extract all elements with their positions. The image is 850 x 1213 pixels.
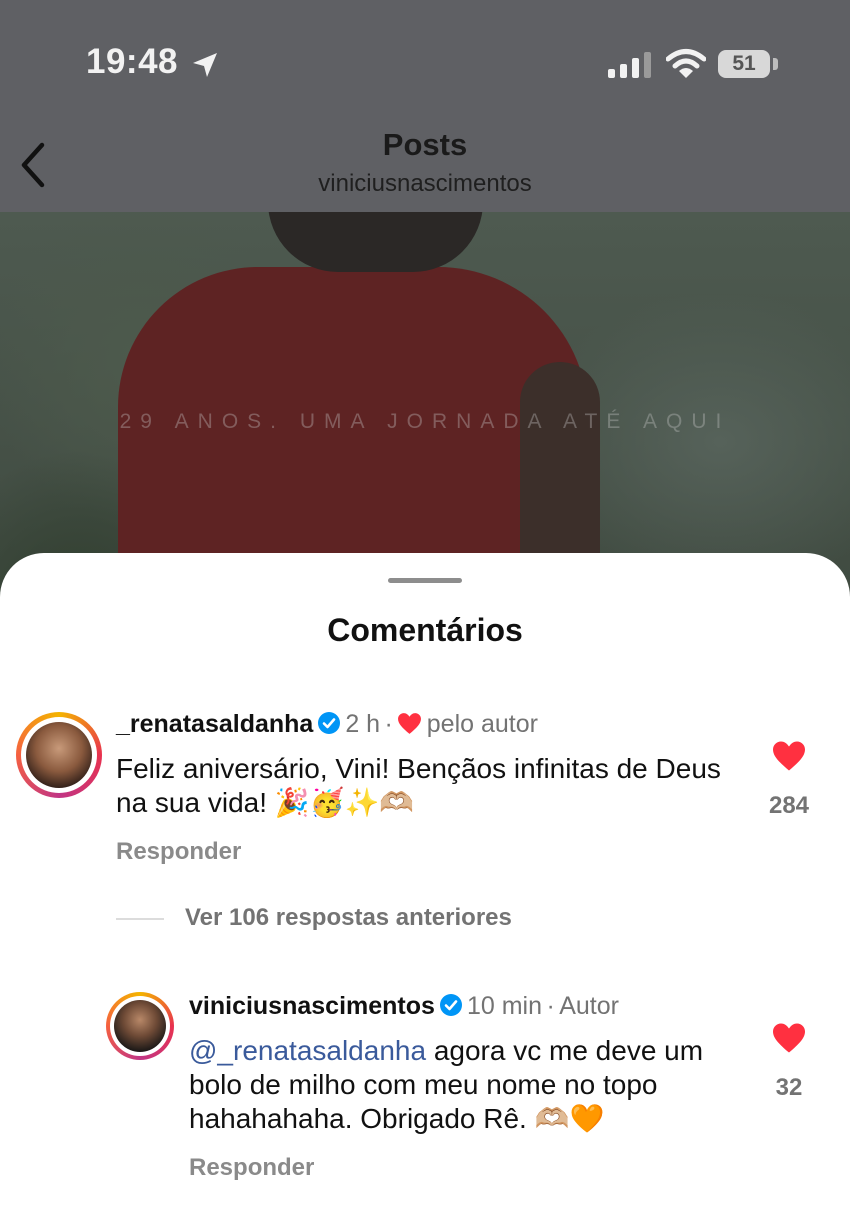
verified-badge-icon [439,994,462,1016]
replies-divider [116,918,164,920]
post-image-caption: 29 ANOS. UMA JORNADA ATÉ AQUI [119,410,731,433]
liked-by-author-label: pelo autor [426,710,538,738]
reply-time: 10 min [466,992,542,1020]
sheet-grabber[interactable] [388,578,462,583]
post-image: 29 ANOS. UMA JORNADA ATÉ AQUI [0,212,850,612]
heart-icon [398,713,422,734]
battery-icon: 51 [718,50,770,78]
battery-nub [773,58,778,70]
reply-header: viniciusnascimentos 10 min · Autor [189,992,619,1021]
comment-time: 2 h [345,710,381,738]
avatar[interactable] [106,992,174,1060]
like-count: 284 [768,792,810,819]
location-arrow-icon [193,53,217,77]
avatar[interactable] [16,712,102,798]
comment-emojis: 🎉🥳✨🫶🏼 [274,787,415,818]
comments-title: Comentários [327,612,523,648]
comment-body: Feliz aniversário, Vini! Bençãos infinit… [116,752,736,820]
comment-header: _renatasaldanha 2 h · pelo autor [116,710,538,739]
post-image-head [268,212,483,272]
meta-separator: · [384,710,393,738]
reply-emojis: 🫶🏼🧡 [534,1103,605,1134]
like-heart-icon[interactable] [771,1022,807,1054]
reply-button[interactable]: Responder [116,838,241,866]
wifi-icon [666,49,706,78]
mention-link[interactable]: @_renatasaldanha [189,1035,426,1066]
view-replies-button[interactable]: Ver 106 respostas anteriores [185,904,512,932]
like-heart-icon[interactable] [771,740,807,772]
status-time: 19:48 [86,42,179,81]
page-title: Posts [382,127,468,162]
reply-username[interactable]: viniciusnascimentos [189,992,435,1020]
author-label: Autor [559,992,619,1020]
like-count: 32 [775,1074,803,1101]
meta-separator: · [546,992,555,1020]
page-subtitle: viniciusnascimentos [318,170,532,197]
avatar-photo [26,722,92,788]
verified-badge-icon [318,712,341,734]
reply-body: @_renatasaldanha agora vc me deve um bol… [189,1034,729,1136]
cellular-signal-icon [608,52,651,78]
reply-button[interactable]: Responder [189,1154,314,1182]
comment-text: Feliz aniversário, Vini! Bençãos infinit… [116,753,721,818]
comment-username[interactable]: _renatasaldanha [116,710,313,738]
avatar-photo [114,1000,166,1052]
